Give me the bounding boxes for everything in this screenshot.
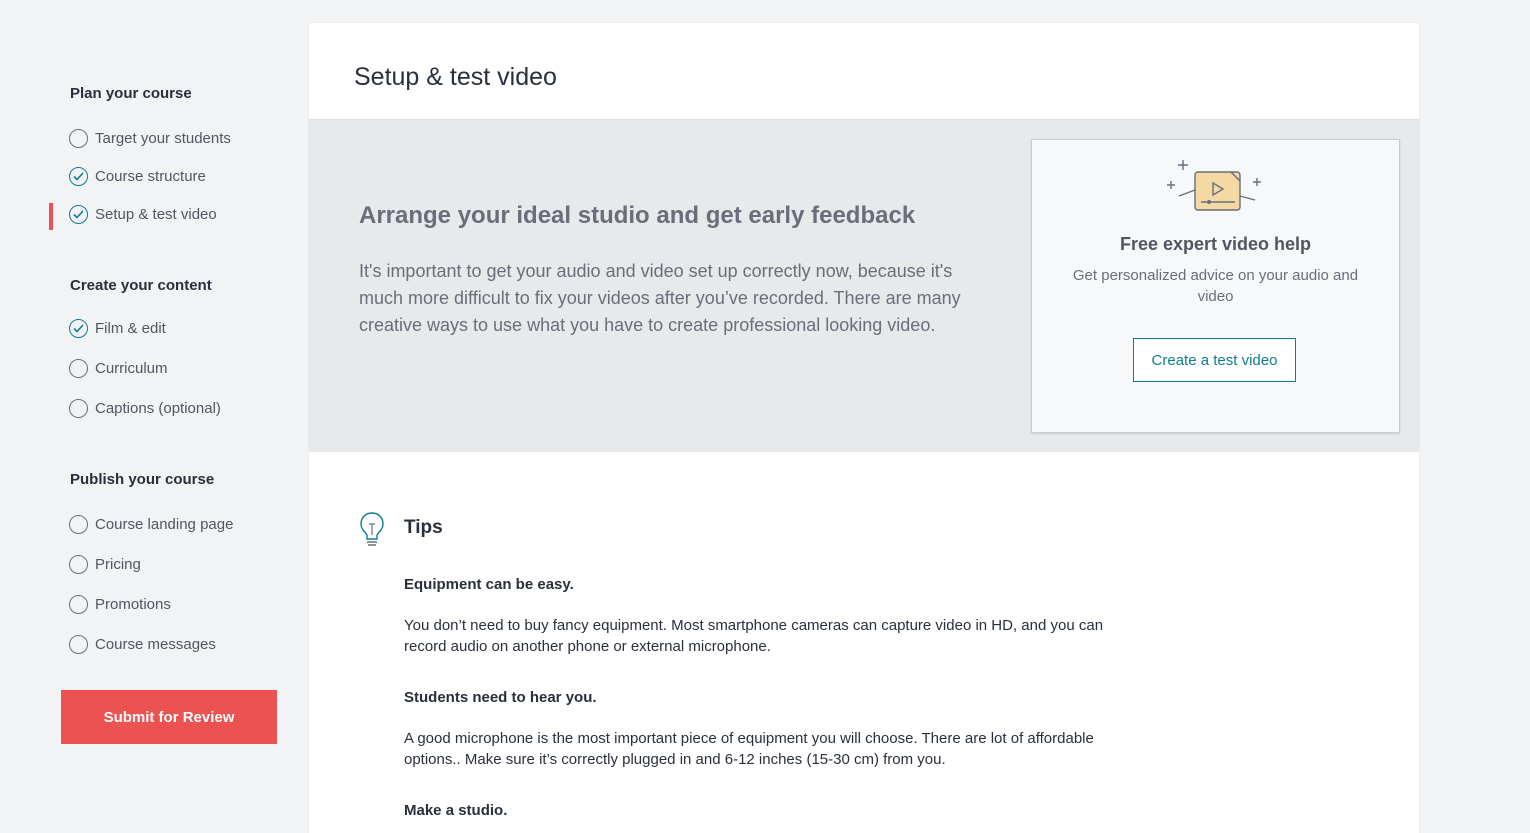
sidebar-item-landing-page[interactable]: Course landing page [69, 512, 233, 536]
tip-body: A good microphone is the most important … [404, 730, 1094, 768]
sidebar-item-label: Course structure [95, 167, 206, 185]
incomplete-circle-icon [69, 358, 88, 378]
page-title: Setup & test video [354, 63, 557, 91]
tip-body: You don’t need to buy fancy equipment. M… [404, 617, 1104, 655]
sidebar-item-label: Film & edit [95, 319, 166, 337]
sidebar-item-course-messages[interactable]: Course messages [69, 632, 216, 656]
hero-banner: Arrange your ideal studio and get early … [309, 120, 1419, 452]
help-card-title: Free expert video help [1119, 234, 1312, 254]
video-help-card: Free expert video help Get personalized … [1031, 139, 1400, 433]
sidebar-item-curriculum[interactable]: Curriculum [69, 356, 168, 380]
incomplete-circle-icon [69, 634, 88, 654]
check-circle-icon [69, 204, 88, 224]
tip-heading: Equipment can be easy. [404, 576, 574, 593]
sidebar-item-label: Curriculum [95, 359, 168, 377]
sidebar-item-label: Promotions [95, 595, 171, 613]
main-panel: Setup & test video Arrange your ideal st… [309, 23, 1419, 833]
incomplete-circle-icon [69, 514, 88, 534]
incomplete-circle-icon [69, 128, 88, 148]
create-test-video-button[interactable]: Create a test video [1133, 338, 1296, 382]
incomplete-circle-icon [69, 554, 88, 574]
sidebar-item-film-edit[interactable]: Film & edit [69, 316, 166, 340]
active-indicator [49, 203, 53, 230]
video-help-icon [1167, 160, 1261, 211]
incomplete-circle-icon [69, 398, 88, 418]
sidebar: Plan your course Target your students Co… [0, 0, 290, 833]
section-title-publish: Publish your course [70, 471, 215, 488]
hero-text: It's important to get your audio and vid… [359, 261, 961, 335]
tip-heading: Make a studio. [404, 802, 508, 819]
check-circle-icon [69, 166, 88, 186]
hero-title: Arrange your ideal studio and get early … [359, 202, 916, 229]
sidebar-item-setup-test-video[interactable]: Setup & test video [69, 202, 217, 226]
check-circle-icon [69, 318, 88, 338]
lightbulb-icon [360, 512, 384, 546]
section-title-create: Create your content [70, 277, 212, 294]
tip-heading: Students need to hear you. [404, 689, 597, 706]
sidebar-item-promotions[interactable]: Promotions [69, 592, 171, 616]
sidebar-item-course-structure[interactable]: Course structure [69, 164, 206, 188]
sidebar-item-captions[interactable]: Captions (optional) [69, 396, 221, 420]
sidebar-item-label: Setup & test video [95, 205, 217, 223]
tips-title: Tips [404, 517, 443, 538]
sidebar-item-label: Course landing page [95, 515, 234, 533]
sidebar-item-label: Course messages [95, 635, 216, 653]
section-title-plan: Plan your course [70, 85, 192, 102]
incomplete-circle-icon [69, 594, 88, 614]
sidebar-item-label: Target your students [95, 129, 231, 147]
sidebar-item-label: Captions (optional) [95, 399, 221, 417]
help-card-text: Get personalized advice on your audio an… [1072, 267, 1359, 305]
sidebar-item-target-students[interactable]: Target your students [69, 126, 231, 150]
sidebar-item-pricing[interactable]: Pricing [69, 552, 141, 576]
sidebar-item-label: Pricing [95, 555, 141, 573]
submit-for-review-button[interactable]: Submit for Review [61, 690, 277, 744]
